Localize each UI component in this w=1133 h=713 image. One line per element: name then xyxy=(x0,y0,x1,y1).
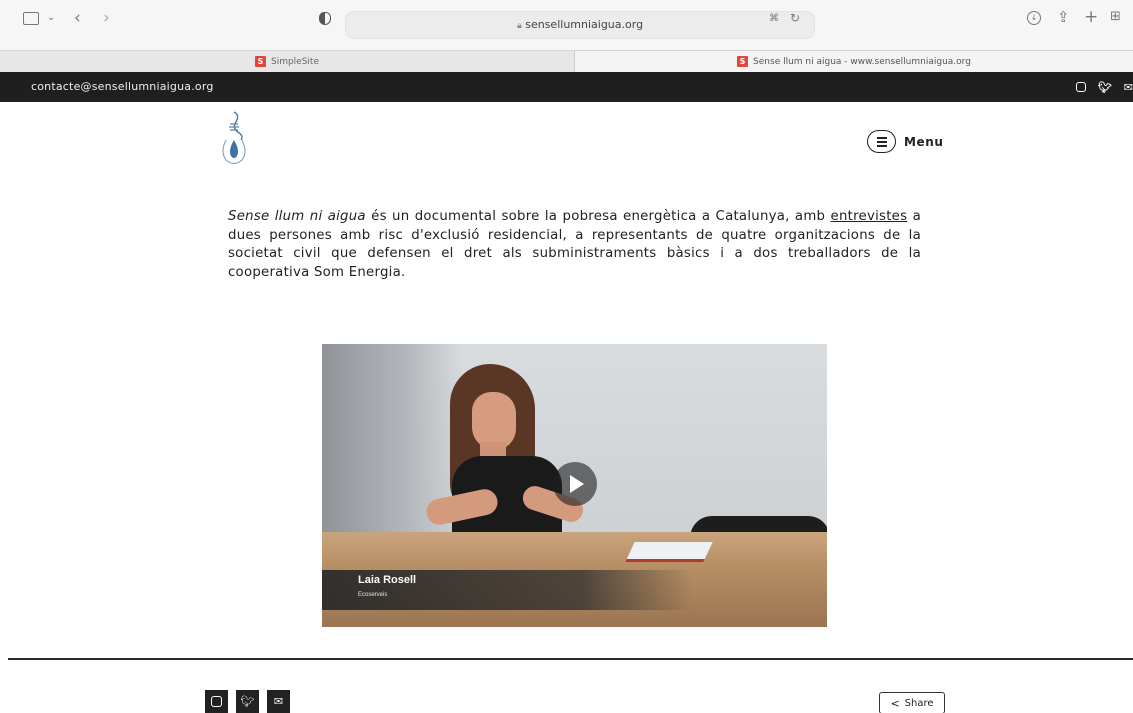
instagram-icon[interactable] xyxy=(205,690,228,713)
reload-icon[interactable]: ↻ xyxy=(790,11,800,25)
shield-icon[interactable] xyxy=(319,12,331,25)
mail-icon[interactable]: ✉ xyxy=(267,690,290,713)
share-button[interactable]: < Share xyxy=(879,692,945,713)
twitter-icon[interactable]: 🐦︎ xyxy=(236,690,259,713)
tab-sense-llum[interactable]: S Sense llum ni aigua - www.sensellumnia… xyxy=(575,51,1133,72)
share-label: Share xyxy=(904,697,934,709)
sidebar-icon[interactable] xyxy=(23,12,39,25)
tab-title: SimpleSite xyxy=(270,56,319,67)
contact-email-link[interactable]: contacte@sensellumniaigua.org xyxy=(31,80,214,93)
intro-paragraph: Sense llum ni aigua és un documental sob… xyxy=(228,208,921,282)
documentary-title: Sense llum ni aigua xyxy=(228,209,366,224)
twitter-icon[interactable]: 🐦︎ xyxy=(1098,81,1112,94)
intro-text-1: és un documental sobre la pobresa energè… xyxy=(365,209,831,224)
mail-icon[interactable]: ✉ xyxy=(1124,81,1133,94)
topbar-social: 🐦︎ ✉ xyxy=(1075,81,1133,94)
forward-icon[interactable]: › xyxy=(103,8,110,28)
share-icon: < xyxy=(890,696,900,710)
translate-icon[interactable]: ⌘ xyxy=(769,13,779,24)
new-tab-icon[interactable]: + xyxy=(1084,7,1098,27)
site-logo[interactable] xyxy=(214,110,254,168)
tab-overview-icon[interactable]: ⊞ xyxy=(1110,9,1121,24)
tab-bar: S SimpleSite S Sense llum ni aigua - www… xyxy=(0,50,1133,72)
download-icon[interactable]: ↓ xyxy=(1027,11,1041,25)
address-bar[interactable]: 🔒︎ sensellumniaigua.org xyxy=(345,11,815,39)
tab-simplesite[interactable]: S SimpleSite xyxy=(0,51,575,72)
speaker-organization: Ecoserveis xyxy=(358,592,388,598)
lock-icon: 🔒︎ xyxy=(516,21,522,31)
chevron-down-icon[interactable]: ⌄ xyxy=(47,12,55,23)
footer-social: 🐦︎ ✉ xyxy=(205,690,290,713)
play-icon[interactable] xyxy=(553,462,597,506)
hamburger-icon xyxy=(867,130,896,153)
entrevistes-link[interactable]: entrevistes xyxy=(831,209,908,224)
speaker-name: Laia Rosell xyxy=(358,574,417,586)
site-topbar: contacte@sensellumniaigua.org 🐦︎ ✉ xyxy=(0,72,1133,102)
favicon-icon: S xyxy=(737,56,749,67)
video-frame-notebook xyxy=(625,542,713,562)
menu-button[interactable]: Menu xyxy=(867,130,944,153)
share-icon[interactable]: ⇪ xyxy=(1057,8,1070,26)
instagram-icon[interactable] xyxy=(1075,82,1086,92)
favicon-icon: S xyxy=(254,56,266,67)
back-icon[interactable]: ‹ xyxy=(74,8,81,28)
url-text: sensellumniaigua.org xyxy=(525,18,644,31)
browser-toolbar: ⌄ ‹ › 🔒︎ sensellumniaigua.org ⌘ ↻ ↓ ⇪ + … xyxy=(0,0,1133,50)
tab-title: Sense llum ni aigua - www.sensellumniaig… xyxy=(753,56,971,67)
footer-divider xyxy=(8,658,1133,660)
video-player[interactable]: Laia Rosell Ecoserveis xyxy=(322,344,827,627)
menu-label: Menu xyxy=(904,134,944,149)
